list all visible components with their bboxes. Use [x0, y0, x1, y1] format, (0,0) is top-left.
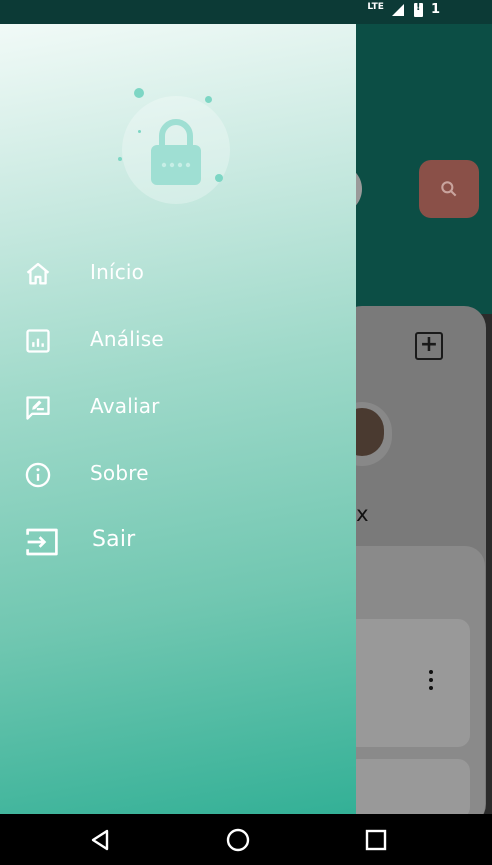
menu-item-label: Sair — [92, 527, 136, 552]
info-icon — [25, 462, 51, 488]
menu-item-label: Sobre — [90, 461, 149, 485]
battery-alert-icon — [413, 2, 423, 17]
logout-icon — [26, 528, 58, 556]
menu-item-analise[interactable]: Análise — [0, 315, 356, 365]
menu-item-label: Início — [90, 260, 145, 284]
menu-item-sair[interactable]: Sair — [0, 516, 356, 566]
menu-item-label: Avaliar — [90, 394, 160, 418]
menu-item-sobre[interactable]: Sobre — [0, 449, 356, 499]
decor-dot — [138, 130, 141, 133]
home-circle-icon[interactable] — [224, 826, 252, 854]
analytics-icon — [26, 329, 50, 353]
search-button — [419, 160, 479, 218]
system-nav-bar — [0, 814, 492, 865]
decor-dot — [118, 157, 122, 161]
decor-dot — [205, 96, 212, 103]
decor-dot — [134, 88, 144, 98]
add-box-icon: + — [415, 332, 443, 360]
signal-icon — [391, 3, 406, 16]
list-item — [345, 619, 470, 747]
home-icon — [26, 262, 50, 285]
status-bar: LTE 1 — [0, 0, 492, 24]
back-icon[interactable] — [87, 826, 115, 854]
menu-item-inicio[interactable]: Início — [0, 248, 356, 298]
recents-icon[interactable] — [362, 826, 390, 854]
rate-review-icon — [26, 396, 50, 420]
more-vert-icon — [428, 670, 434, 694]
navigation-drawer: Início Análise Avaliar Sobre Sair — [0, 24, 356, 814]
notification-count: 1 — [430, 2, 440, 17]
lock-illustration — [108, 82, 238, 212]
status-icons: LTE 1 — [367, 1, 440, 18]
lock-icon — [151, 119, 201, 185]
list-item — [345, 759, 470, 819]
menu-item-avaliar[interactable]: Avaliar — [0, 382, 356, 432]
decor-dot — [215, 174, 223, 182]
menu-item-label: Análise — [90, 327, 164, 351]
lte-indicator: LTE — [367, 1, 384, 12]
search-icon — [441, 181, 457, 197]
